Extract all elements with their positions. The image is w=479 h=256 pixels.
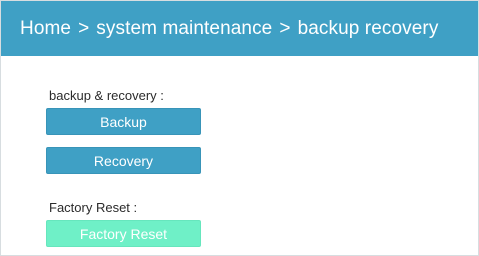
backup-button[interactable]: Backup: [46, 108, 201, 135]
breadcrumb-current-page: backup recovery: [297, 17, 439, 39]
breadcrumb: Home > system maintenance > backup recov…: [1, 1, 478, 56]
factory-reset-label: Factory Reset :: [49, 200, 138, 215]
recovery-button[interactable]: Recovery: [46, 147, 201, 174]
breadcrumb-home[interactable]: Home: [20, 18, 71, 40]
backup-recovery-panel: Home > system maintenance > backup recov…: [0, 0, 479, 256]
breadcrumb-system-maintenance[interactable]: system maintenance: [96, 18, 272, 40]
backup-recovery-label: backup & recovery :: [49, 88, 164, 103]
factory-reset-button[interactable]: Factory Reset: [46, 220, 201, 247]
breadcrumb-separator: >: [78, 17, 90, 39]
breadcrumb-separator: >: [279, 17, 291, 39]
